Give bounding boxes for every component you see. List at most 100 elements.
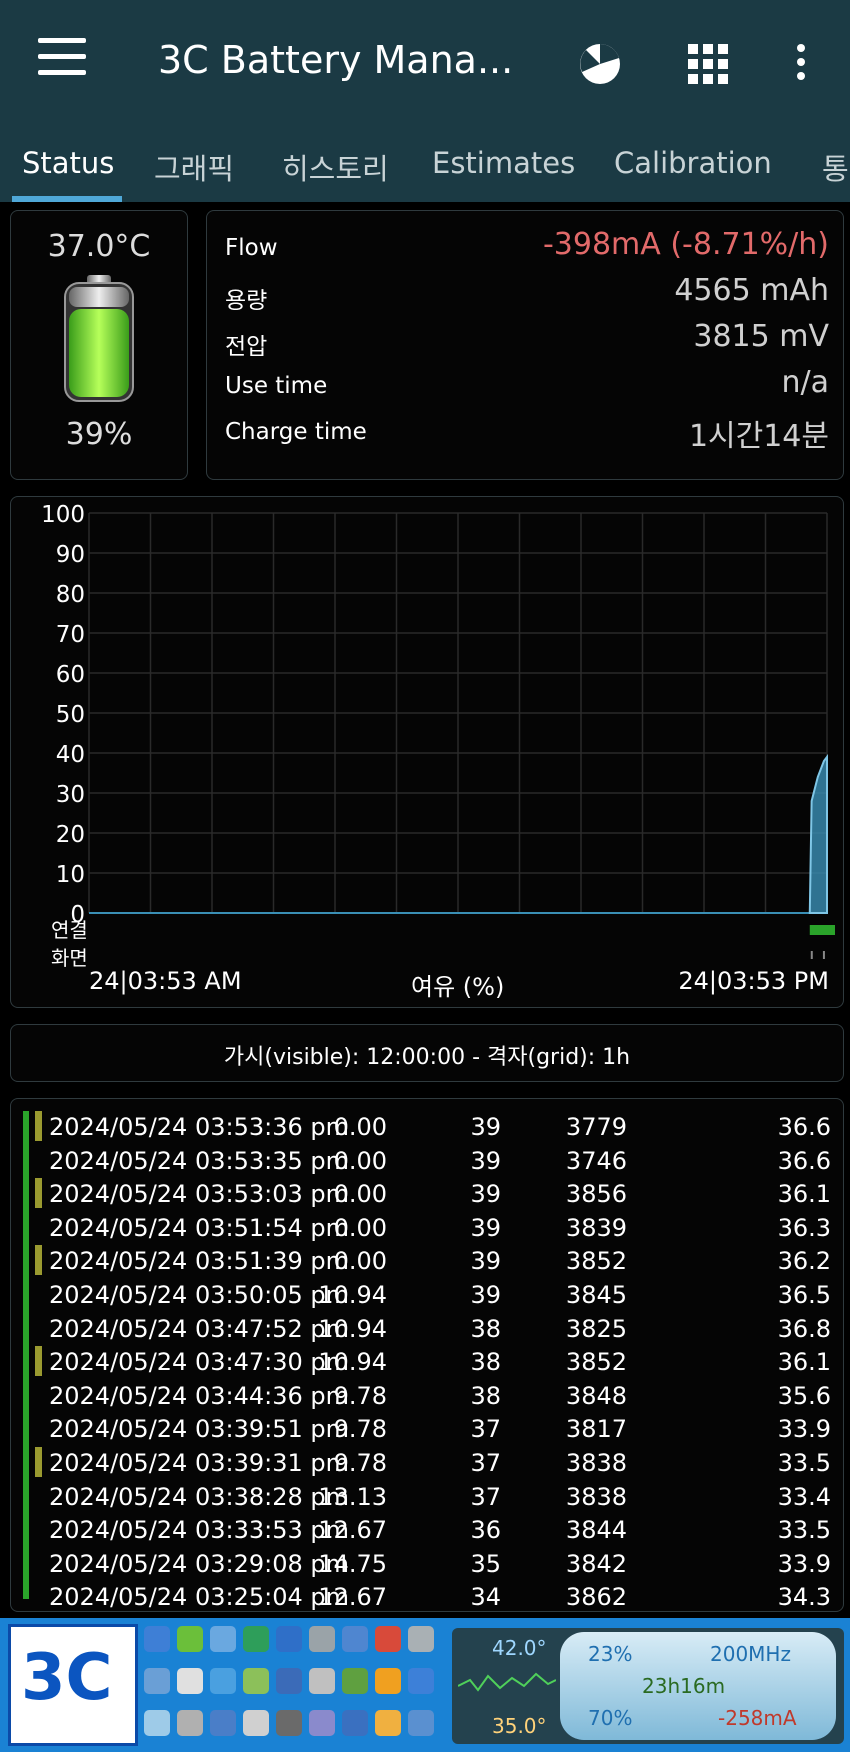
y-tick-label: 50	[56, 702, 85, 728]
log-flow: 14.75	[318, 1549, 387, 1578]
y-tick-label: 40	[56, 742, 85, 768]
info-label: Flow	[225, 235, 278, 261]
log-row[interactable]: 2024/05/24 03:39:31 pm 9.78 37 3838 33.5	[11, 1445, 843, 1479]
log-datetime: 2024/05/24 03:51:39 pm	[49, 1247, 349, 1276]
log-datetime: 2024/05/24 03:50:05 pm	[49, 1281, 349, 1309]
x-end-label: 24|03:53 PM	[678, 967, 829, 995]
log-voltage: 3848	[565, 1381, 627, 1410]
x-axis-title: 여유 (%)	[411, 973, 505, 1001]
y-tick-label: 30	[56, 782, 85, 808]
widget-current: -258mA	[718, 1706, 797, 1730]
widget-temp-bottom: 35.0°	[492, 1714, 547, 1738]
log-row[interactable]: 2024/05/24 03:39:51 pm 9.78 37 3817 33.9	[11, 1411, 843, 1445]
log-voltage: 3845	[565, 1281, 627, 1309]
pie-chart-icon[interactable]	[578, 42, 622, 86]
log-row[interactable]: 2024/05/24 03:53:03 pm 0.00 39 3856 36.1	[11, 1176, 843, 1210]
tab-indicator	[12, 196, 122, 202]
info-row-use-time: Use time n/a	[219, 365, 831, 405]
log-level: 38	[470, 1348, 501, 1377]
battery-icon	[64, 275, 134, 402]
log-row[interactable]: 2024/05/24 03:38:28 pm 13.13 37 3838 33.4	[11, 1479, 843, 1513]
ad-app-icon	[375, 1710, 401, 1736]
y-tick-label: 100	[41, 502, 85, 528]
log-datetime: 2024/05/24 03:47:52 pm	[49, 1314, 349, 1343]
tab-status[interactable]: Status	[22, 146, 114, 180]
app-bar: 3C Battery Mana...	[0, 0, 850, 124]
log-row[interactable]: 2024/05/24 03:50:05 pm 10.94 39 3845 36.5	[11, 1277, 843, 1311]
ad-banner[interactable]: 3C 42.0° 35.0° 23% 200MHz 23h16m 70% -25…	[0, 1618, 850, 1752]
log-voltage: 3852	[565, 1348, 627, 1377]
tab-history[interactable]: 히스토리	[282, 146, 389, 188]
battery-log-list[interactable]: 2024/05/24 03:53:36 pm 0.00 39 3779 36.6 2024…	[10, 1098, 844, 1612]
log-level: 39	[470, 1213, 501, 1242]
info-row-flow: Flow -398mA (-8.71%/h)	[219, 227, 831, 267]
log-temperature: 33.5	[777, 1516, 831, 1545]
log-row[interactable]: 2024/05/24 03:33:53 pm 12.67 36 3844 33.5	[11, 1512, 843, 1546]
log-temperature: 36.8	[777, 1314, 831, 1343]
log-datetime: 2024/05/24 03:53:35 pm	[49, 1146, 349, 1175]
log-voltage: 3817	[565, 1415, 627, 1444]
log-row[interactable]: 2024/05/24 03:51:54 pm 0.00 39 3839 36.3	[11, 1210, 843, 1244]
log-temperature: 35.6	[777, 1381, 831, 1410]
battery-level-chart[interactable]: 100 90 80 70 60 50 40 30 20 10 0 연결 화면 24|03:53 AM 여…	[10, 496, 844, 1008]
log-flow: 10.94	[318, 1281, 387, 1309]
log-level: 39	[470, 1247, 501, 1276]
log-flow: 12.67	[318, 1516, 387, 1545]
apps-grid-icon[interactable]	[688, 44, 728, 84]
y-tick-label: 80	[56, 582, 85, 608]
state-row-label: 연결	[51, 918, 88, 942]
chart-svg: 1009080706050403020100연결화면	[41, 502, 835, 967]
widget-cpu: 23%	[588, 1642, 633, 1666]
ad-app-icon	[408, 1626, 434, 1652]
ad-app-icon	[177, 1710, 203, 1736]
log-row-marker	[35, 1111, 42, 1141]
log-voltage: 3852	[565, 1247, 627, 1276]
log-temperature: 36.5	[777, 1281, 831, 1309]
ad-app-icon	[408, 1710, 434, 1736]
log-level: 39	[470, 1180, 501, 1209]
tab-calibration[interactable]: Calibration	[614, 146, 772, 180]
widget-panel: 23% 200MHz 23h16m 70% -258mA	[560, 1632, 836, 1740]
ad-app-icon	[276, 1626, 302, 1652]
log-level: 39	[470, 1113, 501, 1141]
log-datetime: 2024/05/24 03:39:31 pm	[49, 1449, 349, 1477]
log-level: 38	[470, 1381, 501, 1410]
log-row[interactable]: 2024/05/24 03:25:04 pm 12.67 34 3862 34.3	[11, 1579, 843, 1611]
log-row[interactable]: 2024/05/24 03:29:08 pm 14.75 35 3842 33.9	[11, 1546, 843, 1580]
log-temperature: 36.1	[777, 1348, 831, 1377]
log-temperature: 36.6	[777, 1146, 831, 1175]
more-vert-icon[interactable]	[795, 44, 807, 84]
log-datetime: 2024/05/24 03:38:28 pm	[49, 1482, 349, 1511]
log-row[interactable]: 2024/05/24 03:53:36 pm 0.00 39 3779 36.6	[11, 1109, 843, 1143]
log-row[interactable]: 2024/05/24 03:47:30 pm 10.94 38 3852 36.1	[11, 1344, 843, 1378]
y-tick-label: 60	[56, 662, 85, 688]
log-flow: 13.13	[318, 1482, 387, 1511]
ad-app-icon	[276, 1668, 302, 1694]
hamburger-menu-icon[interactable]	[34, 38, 90, 86]
ad-app-icon	[210, 1710, 236, 1736]
battery-temperature: 37.0°C	[47, 229, 151, 264]
log-row[interactable]: 2024/05/24 03:51:39 pm 0.00 39 3852 36.2	[11, 1243, 843, 1277]
log-voltage: 3838	[565, 1482, 627, 1511]
tab-estimates[interactable]: Estimates	[432, 146, 575, 180]
log-row[interactable]: 2024/05/24 03:44:36 pm 9.78 38 3848 35.6	[11, 1378, 843, 1412]
info-label: Charge time	[225, 419, 367, 445]
x-start-label: 24|03:53 AM	[89, 967, 242, 995]
log-temperature: 33.9	[777, 1549, 831, 1578]
log-voltage: 3842	[565, 1549, 627, 1578]
tab-graphic[interactable]: 그래픽	[154, 146, 234, 188]
log-row[interactable]: 2024/05/24 03:53:35 pm 0.00 39 3746 36.6	[11, 1143, 843, 1177]
log-voltage: 3825	[565, 1314, 627, 1343]
ad-app-icon	[309, 1710, 335, 1736]
log-flow: 10.94	[318, 1314, 387, 1343]
visible-grid-bar[interactable]: 가시(visible): 12:00:00 - 격자(grid): 1h	[10, 1024, 844, 1082]
log-level: 35	[470, 1549, 501, 1578]
ad-app-icon	[342, 1626, 368, 1652]
log-row[interactable]: 2024/05/24 03:47:52 pm 10.94 38 3825 36.8	[11, 1311, 843, 1345]
log-flow: 9.78	[333, 1415, 387, 1444]
ad-app-icon	[375, 1626, 401, 1652]
log-level: 37	[470, 1449, 501, 1477]
tab-more[interactable]: 통	[822, 146, 849, 188]
ad-app-icon	[243, 1710, 269, 1736]
info-label: 전압	[225, 334, 268, 360]
